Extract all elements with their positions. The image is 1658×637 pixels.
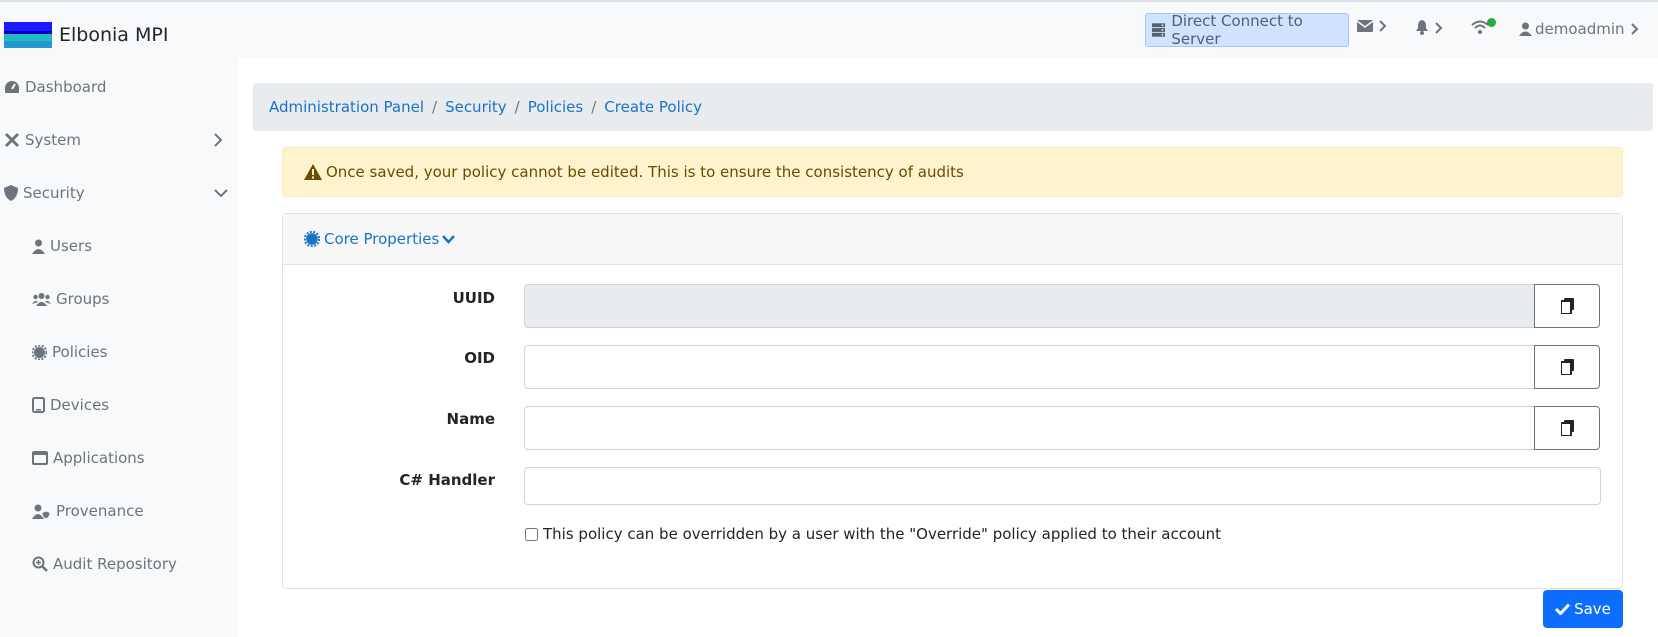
- warning-triangle-icon: [304, 164, 322, 180]
- user-name: demoadmin: [1535, 20, 1625, 38]
- name-label: Name: [446, 410, 495, 428]
- sidebar-item-users[interactable]: Users: [32, 235, 92, 257]
- breadcrumb-administration-panel[interactable]: Administration Panel: [269, 98, 424, 116]
- sidebar-item-label: System: [25, 131, 81, 149]
- oid-field[interactable]: [524, 345, 1535, 389]
- brand[interactable]: Elbonia MPI: [4, 22, 168, 48]
- uuid-label: UUID: [452, 289, 495, 307]
- sidebar-item-label: Devices: [50, 396, 110, 414]
- alert-text: Once saved, your policy cannot be edited…: [326, 163, 964, 181]
- notifications-menu[interactable]: [1415, 20, 1443, 35]
- sidebar-item-dashboard[interactable]: Dashboard: [4, 76, 106, 98]
- sidebar-item-label: Dashboard: [25, 78, 107, 96]
- sidebar-item-audit-repository[interactable]: Audit Repository: [32, 553, 177, 575]
- warning-alert: Once saved, your policy cannot be edited…: [282, 147, 1623, 197]
- copy-name-button[interactable]: [1534, 406, 1600, 450]
- tools-icon: [4, 132, 20, 148]
- direct-connect-button[interactable]: Direct Connect to Server: [1145, 12, 1349, 48]
- chevron-right-icon: [1435, 21, 1443, 34]
- top-navbar: Elbonia MPI Direct Connect to Server dem…: [0, 0, 1658, 58]
- user-icon: [1519, 22, 1532, 36]
- window-icon: [32, 451, 48, 465]
- sidebar-item-label: Policies: [52, 343, 108, 361]
- chevron-down-icon: [442, 234, 456, 244]
- check-icon: [1555, 603, 1571, 615]
- envelope-icon: [1357, 20, 1373, 32]
- search-plus-icon: [32, 556, 48, 572]
- breadcrumb-separator: /: [514, 98, 520, 116]
- sidebar-item-groups[interactable]: Groups: [32, 288, 109, 310]
- chevron-down-icon: [214, 189, 228, 197]
- breadcrumb: Administration Panel / Security / Polici…: [253, 83, 1653, 131]
- tablet-icon: [32, 397, 45, 413]
- sidebar-item-security[interactable]: Security: [4, 182, 234, 204]
- chevron-right-icon: [214, 133, 222, 147]
- sidebar-item-applications[interactable]: Applications: [32, 447, 145, 469]
- chevron-right-icon: [1630, 23, 1638, 35]
- sidebar-item-label: Audit Repository: [53, 555, 177, 573]
- handler-label: C# Handler: [399, 471, 495, 489]
- sidebar-item-label: Groups: [56, 290, 110, 308]
- copy-oid-button[interactable]: [1534, 345, 1600, 389]
- sidebar-item-system[interactable]: System: [4, 129, 234, 151]
- breadcrumb-separator: /: [591, 98, 597, 116]
- save-button-label: Save: [1574, 600, 1611, 618]
- sidebar-item-label: Users: [50, 237, 93, 255]
- copy-icon: [1560, 298, 1574, 314]
- sidebar-item-label: Applications: [53, 449, 145, 467]
- override-checkbox-row[interactable]: This policy can be overridden by a user …: [525, 525, 1221, 543]
- elbonia-flag-logo: [4, 22, 52, 48]
- uuid-field[interactable]: [524, 284, 1535, 328]
- certificate-icon: [304, 231, 320, 247]
- override-checkbox-label: This policy can be overridden by a user …: [543, 525, 1222, 543]
- breadcrumb-create-policy[interactable]: Create Policy: [604, 98, 702, 116]
- sidebar: Dashboard System Security Users Groups P…: [0, 58, 238, 637]
- server-icon: [1152, 23, 1166, 37]
- messages-menu[interactable]: [1357, 20, 1387, 32]
- breadcrumb-policies[interactable]: Policies: [528, 98, 583, 116]
- bell-icon: [1416, 20, 1428, 35]
- online-status-dot: [1487, 18, 1496, 27]
- sidebar-item-devices[interactable]: Devices: [32, 394, 109, 416]
- copy-icon: [1560, 420, 1574, 436]
- sidebar-item-label: Provenance: [56, 502, 144, 520]
- direct-connect-label: Direct Connect to Server: [1171, 12, 1303, 48]
- certificate-icon: [32, 344, 47, 360]
- override-checkbox[interactable]: [525, 527, 538, 541]
- user-icon: [32, 239, 45, 254]
- name-field[interactable]: [524, 406, 1535, 450]
- sidebar-item-policies[interactable]: Policies: [32, 341, 107, 363]
- app-title: Elbonia MPI: [59, 24, 169, 46]
- sidebar-item-provenance[interactable]: Provenance: [32, 500, 144, 522]
- user-menu[interactable]: demoadmin: [1519, 20, 1639, 38]
- card-title: Core Properties: [324, 230, 440, 248]
- copy-uuid-button[interactable]: [1534, 284, 1600, 328]
- breadcrumb-security[interactable]: Security: [445, 98, 507, 116]
- oid-label: OID: [464, 349, 495, 367]
- save-button[interactable]: Save: [1543, 590, 1623, 628]
- copy-icon: [1560, 359, 1574, 375]
- shield-icon: [4, 185, 18, 201]
- users-icon: [32, 293, 51, 306]
- chevron-right-icon: [1379, 20, 1387, 32]
- core-properties-toggle[interactable]: Core Properties: [283, 214, 1622, 265]
- sidebar-item-label: Security: [23, 184, 85, 202]
- breadcrumb-separator: /: [432, 98, 438, 116]
- user-shield-icon: [32, 504, 51, 519]
- dashboard-icon: [5, 81, 19, 93]
- handler-field[interactable]: [524, 467, 1601, 505]
